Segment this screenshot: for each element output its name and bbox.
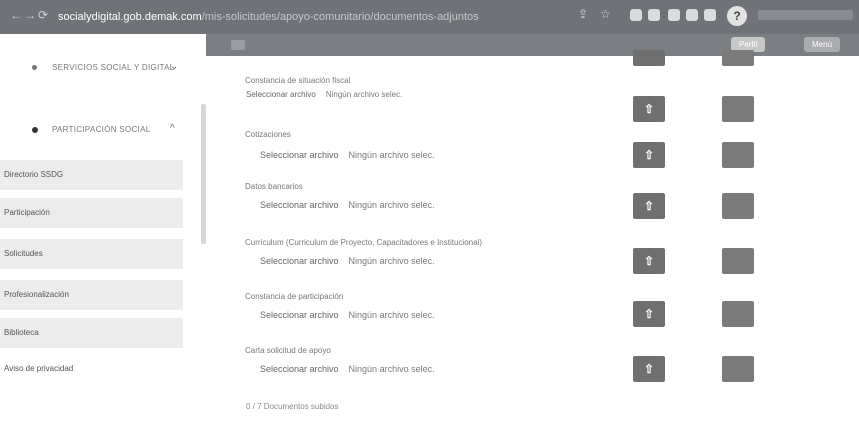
browser-chrome: ← → ⟳ socialydigital.gob.demak.com/mis-s… [0,0,859,34]
sidebar-item-biblioteca[interactable]: Biblioteca [0,318,183,348]
file-status: Ningún archivo selec. [325,90,403,99]
section-title: Datos bancarios [245,182,303,191]
sidebar-item-solicitudes[interactable]: Solicitudes [0,239,183,269]
file-input[interactable]: Seleccionar archivo Ningún archivo selec. [260,364,435,374]
privacy-notice-link[interactable]: Aviso de privacidad [4,364,73,373]
upload-button[interactable]: ⇧ [633,356,665,382]
view-button[interactable] [722,50,754,66]
file-input[interactable]: Seleccionar archivo Ningún archivo selec. [260,310,435,320]
bookmark-star-icon[interactable]: ☆ [600,7,611,21]
choose-file-button[interactable]: Seleccionar archivo [246,90,316,99]
chevron-down-icon: ⌄ [170,61,179,72]
view-button[interactable] [722,248,754,274]
choose-file-button[interactable]: Seleccionar archivo [260,200,339,210]
menu-button[interactable]: Menú [804,37,841,52]
reload-icon[interactable]: ⟳ [38,8,48,22]
sidebar-item-label: Profesionalización [4,290,69,299]
address-bar[interactable]: socialydigital.gob.demak.com/mis-solicit… [58,8,578,26]
url-path: /mis-solicitudes/apoyo-comunitario/docum… [201,11,479,23]
upload-button[interactable] [633,50,665,66]
share-icon[interactable]: ⇪ [578,7,588,21]
view-button[interactable] [722,301,754,327]
file-input[interactable]: Seleccionar archivo Ningún archivo selec. [260,200,435,210]
section-title: Cotizaciones [245,130,291,139]
sidebar-item-label: Participación [4,208,50,217]
upload-button[interactable]: ⇧ [633,301,665,327]
upload-icon: ⇧ [643,307,655,321]
bullet-icon [32,127,38,133]
file-input[interactable]: Seleccionar archivo Ningún archivo selec. [260,256,435,266]
choose-file-button[interactable]: Seleccionar archivo [260,150,339,160]
sidebar-group-servicios[interactable]: Servicios social y digital ⌄ [0,58,200,80]
file-input[interactable]: Seleccionar archivo Ningún archivo selec. [246,90,402,99]
profile-name-pill[interactable] [758,10,853,20]
upload-icon: ⇧ [643,148,655,162]
chevron-up-icon: ^ [170,123,175,134]
forward-icon[interactable]: → [24,8,36,22]
menu-icon[interactable] [231,40,245,50]
file-status: Ningún archivo selec. [348,150,435,160]
section-title: Constancia de situación fiscal [245,76,351,85]
section-title: Curriculum (Curriculum de Proyecto, Capa… [245,238,482,247]
upload-button[interactable]: ⇧ [633,96,665,122]
view-button[interactable] [722,356,754,382]
upload-icon: ⇧ [643,362,655,376]
view-button[interactable] [722,96,754,122]
extensions-menu-icon[interactable] [704,9,716,21]
choose-file-button[interactable]: Seleccionar archivo [260,364,339,374]
file-status: Ningún archivo selec. [348,256,435,266]
documents-progress-text: 0 / 7 Documentos subidos [246,402,339,411]
sidebar-item-label: Biblioteca [4,328,39,337]
sidebar-item-participacion[interactable]: Participación [0,198,183,228]
sidebar-group-participacion[interactable]: Participación social ^ [0,120,200,142]
sidebar-item-label: Directorio SSDG [4,170,64,179]
choose-file-button[interactable]: Seleccionar archivo [260,310,339,320]
back-icon[interactable]: ← [10,8,22,22]
url-host: socialydigital.gob.demak.com [58,11,202,23]
view-button[interactable] [722,142,754,168]
sidebar-item-label: Solicitudes [4,249,43,258]
section-title: Carta solicitud de apoyo [245,346,331,355]
file-input[interactable]: Seleccionar archivo Ningún archivo selec. [260,150,435,160]
upload-button[interactable]: ⇧ [633,142,665,168]
extension-icon[interactable] [630,9,642,21]
file-status: Ningún archivo selec. [348,310,435,320]
extension-icon[interactable] [668,9,680,21]
sidebar-group-label: Participación social [52,125,151,134]
upload-icon: ⇧ [643,199,655,213]
section-title: Constancia de participación [245,292,344,301]
upload-icon: ⇧ [643,254,655,268]
choose-file-button[interactable]: Seleccionar archivo [260,256,339,266]
file-status: Ningún archivo selec. [348,364,435,374]
sidebar: Servicios social y digital ⌄ Participaci… [0,34,207,427]
sidebar-item-profesionalizacion[interactable]: Profesionalización [0,280,183,310]
profile-avatar[interactable]: ? [727,6,747,26]
extension-icon[interactable] [648,9,660,21]
top-bar: Perfil Menú [206,34,859,56]
documents-panel: Constancia de situación fiscal Seleccion… [206,50,859,427]
sidebar-item-directorio[interactable]: Directorio SSDG [0,160,183,190]
view-button[interactable] [722,193,754,219]
upload-button[interactable]: ⇧ [633,193,665,219]
upload-icon: ⇧ [643,102,655,116]
upload-button[interactable]: ⇧ [633,248,665,274]
sidebar-group-label: Servicios social y digital [52,63,175,72]
file-status: Ningún archivo selec. [348,200,435,210]
extension-icon[interactable] [686,9,698,21]
bullet-icon [32,65,37,70]
